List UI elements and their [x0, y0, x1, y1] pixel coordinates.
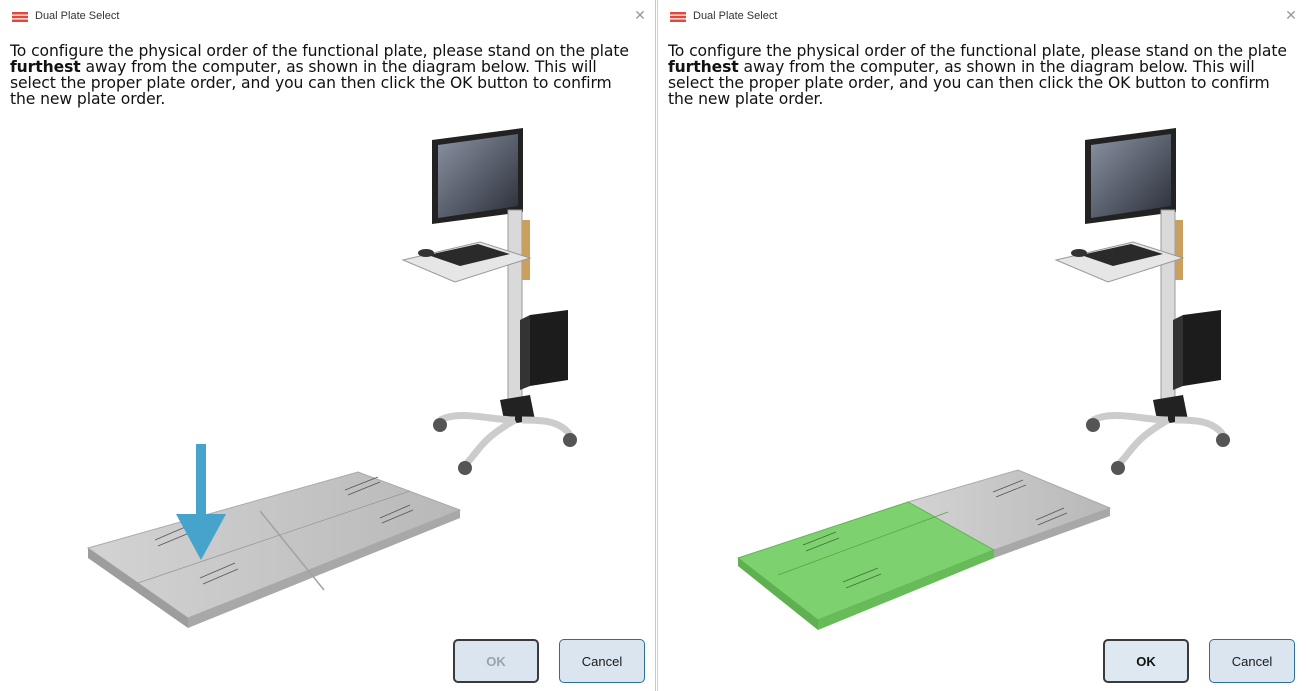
app-icon — [670, 12, 686, 22]
close-icon[interactable]: ✕ — [631, 7, 649, 25]
title-bar: Dual Plate Select ✕ — [658, 0, 1306, 30]
computer-cart — [1054, 128, 1230, 475]
dual-plate-select-dialog-right: Dual Plate Select ✕ To configure the phy… — [657, 0, 1306, 691]
force-plates — [86, 471, 462, 628]
app-icon — [12, 12, 28, 22]
window-title: Dual Plate Select — [35, 10, 120, 22]
window-title: Dual Plate Select — [693, 10, 778, 22]
dual-plate-select-dialog-left: Dual Plate Select ✕ To configure the phy… — [0, 0, 656, 691]
instructions-text: To configure the physical order of the f… — [10, 42, 629, 108]
plate-diagram-image — [86, 128, 577, 628]
title-bar: Dual Plate Select ✕ — [0, 0, 655, 30]
ok-button[interactable]: OK — [453, 639, 539, 683]
computer-cart — [401, 128, 577, 475]
force-plates — [736, 469, 1112, 630]
close-icon[interactable]: ✕ — [1282, 7, 1300, 25]
instructions-text: To configure the physical order of the f… — [668, 42, 1287, 108]
cancel-button[interactable]: Cancel — [1209, 639, 1295, 683]
cancel-button[interactable]: Cancel — [559, 639, 645, 683]
plate-diagram-image — [736, 128, 1230, 630]
ok-button[interactable]: OK — [1103, 639, 1189, 683]
